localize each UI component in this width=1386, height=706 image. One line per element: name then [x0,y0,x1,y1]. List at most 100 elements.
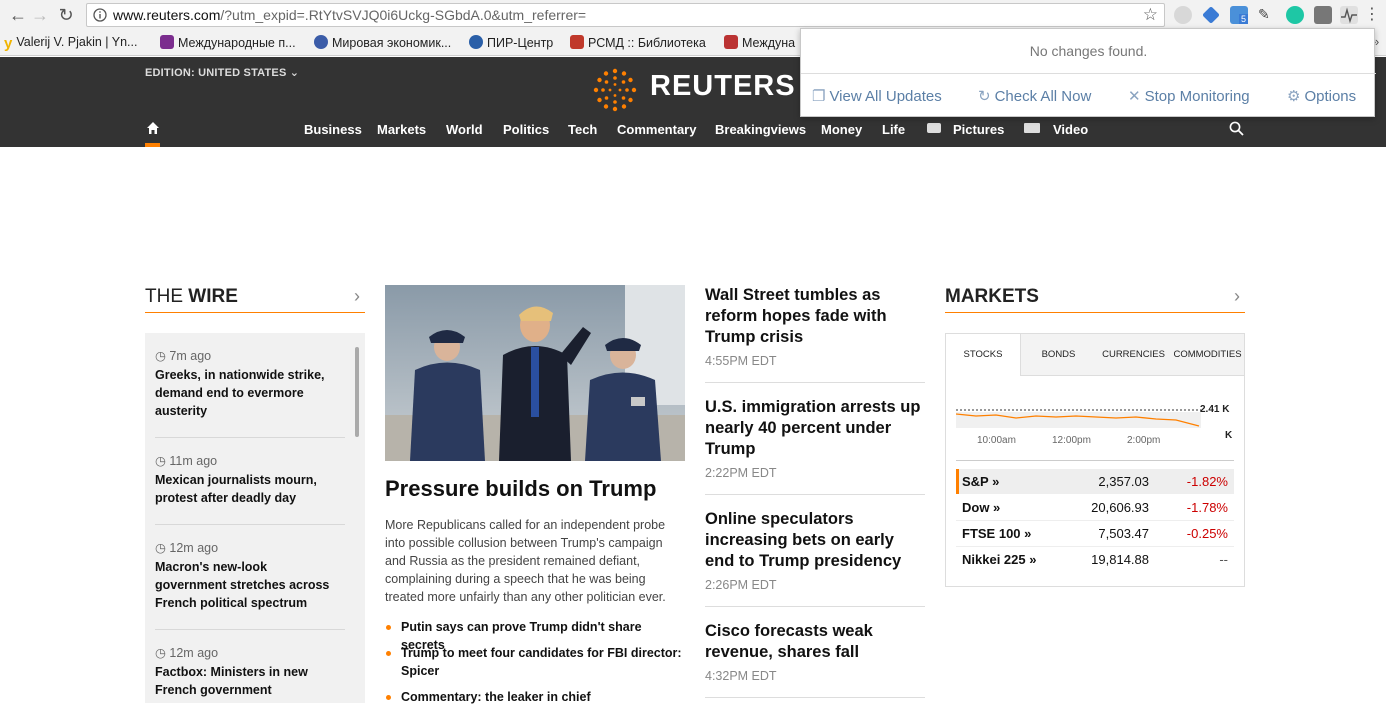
bookmark-star-icon[interactable]: ☆ [1143,5,1158,25]
wire-divider [155,524,345,525]
m-extension-icon[interactable] [1286,6,1304,24]
nav-markets[interactable]: Markets [377,122,426,137]
bookmark-label: Мировая экономик... [332,36,452,50]
wire-headline[interactable]: Mexican journalists mourn, protest after… [155,471,340,507]
lead-story-photo[interactable] [385,285,685,461]
pen-extension-icon[interactable]: ✎ [1258,6,1276,24]
chart-time-label: 10:00am [977,435,1016,446]
address-bar[interactable]: www.reuters.com/?utm_expid=.RtYtvSVJQ0i6… [86,3,1165,27]
bookmark-favicon-icon [469,35,483,49]
nav-business[interactable]: Business [304,122,362,137]
reuters-logo-icon[interactable] [592,67,638,113]
check-all-now-button[interactable]: ↻ Check All Now [978,87,1091,105]
nav-tech[interactable]: Tech [568,122,597,137]
bookmark-item[interactable]: ПИР-Центр [469,35,553,50]
wire-time: ◷ 7m ago [155,348,211,363]
nav-world[interactable]: World [446,122,483,137]
related-link[interactable]: Commentary: the leaker in chief [385,688,685,706]
headline-link[interactable]: U.S. immigration arrests up nearly 40 pe… [705,397,925,460]
chevron-down-icon: ⌄ [289,67,300,79]
market-name-link[interactable]: Dow » [962,500,1000,515]
wire-headline[interactable]: Factbox: Ministers in new French governm… [155,663,340,699]
close-icon: ✕ [1128,88,1141,105]
bookmark-item[interactable]: Международные п... [160,35,296,50]
bookmark-item[interactable]: Мировая экономик... [314,35,451,50]
wire-scrollbar[interactable] [355,347,359,437]
pulse-extension-icon[interactable] [1340,6,1358,24]
market-value: 7,503.47 [1098,526,1149,541]
diamond-extension-icon[interactable] [1202,6,1220,24]
bookmark-item[interactable]: Междуна [724,35,795,50]
nav-video[interactable]: Video [1053,122,1088,137]
edition-label: EDITION: UNITED STATES [145,67,287,79]
wire-time: ◷ 11m ago [155,453,217,468]
clock-icon: ◷ [155,349,166,363]
clock-icon: ◷ [155,454,166,468]
nav-life[interactable]: Life [882,122,905,137]
owl-extension-icon[interactable] [1314,6,1332,24]
view-all-updates-button[interactable]: ❐ View All Updates [812,87,942,105]
stop-monitoring-button[interactable]: ✕ Stop Monitoring [1128,87,1250,105]
headline-link[interactable]: Cisco forecasts weak revenue, shares fal… [705,621,925,663]
wire-headline[interactable]: Greeks, in nationwide strike, demand end… [155,366,340,420]
chevron-right-icon[interactable]: › [1234,286,1240,307]
options-button[interactable]: ⚙ Options [1287,87,1356,105]
search-icon[interactable] [1229,121,1244,136]
market-name-link[interactable]: Nikkei 225 » [962,552,1036,567]
view-all-label: View All Updates [829,88,942,105]
url-text: www.reuters.com/?utm_expid=.RtYtvSVJQ0i6… [113,7,586,23]
wire-headline[interactable]: Macron's new-look government stretches a… [155,558,340,612]
page-monitor-popup: No changes found. ❐ View All Updates ↻ Che… [800,28,1376,117]
reload-icon[interactable]: ↻ [56,5,76,25]
bookmark-item[interactable]: РСМД :: Библиотека [570,35,706,50]
headline-link[interactable]: Wall Street tumbles as reform hopes fade… [705,285,925,348]
back-arrow-icon[interactable]: ← [8,5,28,25]
bookmark-favicon-icon [160,35,174,49]
headline-link[interactable]: Online speculators increasing bets on ea… [705,509,925,572]
chart-time-label: 12:00pm [1052,435,1091,446]
tab-currencies[interactable]: CURRENCIES [1096,334,1171,376]
market-change: -- [1219,552,1228,567]
video-camera-icon [1024,123,1040,133]
bookmark-item[interactable]: y Valerij V. Pjakin | Yn... [4,35,137,52]
wire-title-bold: WIRE [188,286,238,307]
related-link[interactable]: Trump to meet four candidates for FBI di… [385,644,685,680]
nav-politics[interactable]: Politics [503,122,549,137]
edition-selector[interactable]: EDITION: UNITED STATES ⌄ [145,66,299,79]
yandex-icon: y [4,35,13,52]
menu-icon[interactable]: ⋮ [1362,5,1382,25]
tab-bonds[interactable]: BONDS [1021,334,1096,376]
tab-stocks[interactable]: STOCKS [946,334,1021,376]
chevron-right-icon[interactable]: › [354,286,360,307]
bookmark-label: Международные п... [178,36,296,50]
pocket-extension-icon[interactable]: 5 [1230,6,1249,24]
nav-breakingviews[interactable]: Breakingviews [715,122,806,137]
nav-money[interactable]: Money [821,122,862,137]
wire-divider [155,437,345,438]
chart-unit-label: K [1225,430,1233,441]
info-icon[interactable] [93,8,107,22]
headline-time: 4:55PM EDT [705,354,777,368]
nav-pictures[interactable]: Pictures [953,122,1004,137]
wire-time-label: 12m ago [169,541,219,555]
headline-divider [705,697,925,698]
market-name-link[interactable]: FTSE 100 » [962,526,1031,541]
gear-icon: ⚙ [1287,88,1301,105]
wire-title[interactable]: THE WIRE [145,286,238,308]
wire-time-label: 7m ago [169,349,212,363]
market-name-link[interactable]: S&P » [962,474,999,489]
tab-commodities[interactable]: COMMODITIES [1171,334,1244,376]
chart-time-label: 2:00pm [1127,435,1161,446]
lead-headline[interactable]: Pressure builds on Trump [385,476,656,502]
forward-arrow-icon[interactable]: → [30,5,50,25]
markets-title[interactable]: MARKETS [945,286,1039,308]
cloud-extension-icon[interactable] [1174,6,1192,24]
headline-divider [705,606,925,607]
refresh-icon: ↻ [978,88,991,105]
reuters-logo[interactable]: REUTERS [650,70,796,103]
markets-divider [956,460,1234,461]
bookmark-label: РСМД :: Библиотека [588,36,706,50]
home-icon[interactable] [146,121,160,135]
nav-commentary[interactable]: Commentary [617,122,696,137]
url-path: /?utm_expid=.RtYtvSVJQ0i6Uckg-SGbdA.0&ut… [220,7,587,23]
